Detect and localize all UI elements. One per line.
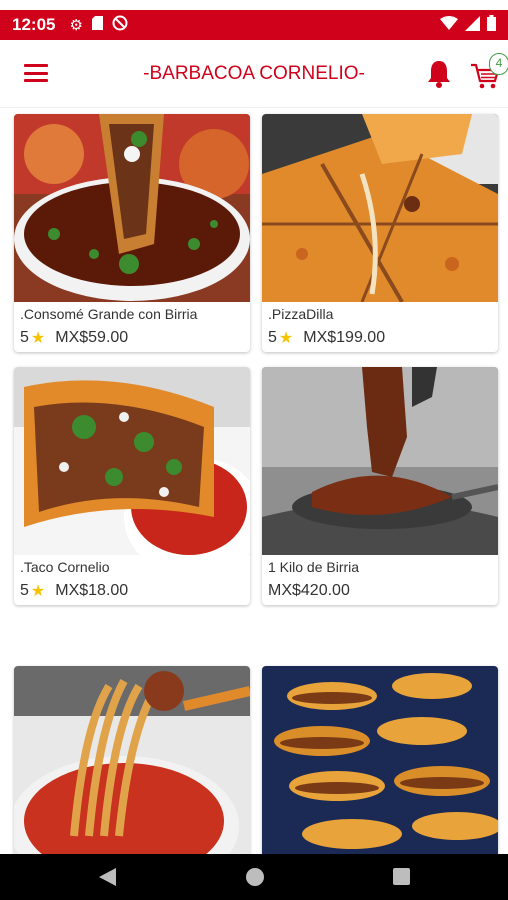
- product-price: MX$18.00: [55, 582, 129, 599]
- product-meta: 5 ★ MX$199.00: [262, 324, 498, 352]
- system-nav-bar: [0, 854, 508, 900]
- product-name: 1 Kilo de Birria: [268, 559, 360, 575]
- cart-count-badge: 4: [489, 53, 508, 75]
- product-name: .Taco Cornelio: [20, 559, 110, 575]
- product-image: [14, 367, 250, 555]
- product-grid: .Consomé Grande con Birria 5 ★ MX$59.00: [0, 108, 508, 854]
- product-name: .Consomé Grande con Birria: [20, 306, 198, 322]
- star-icon: ★: [30, 330, 46, 347]
- wifi-icon: [440, 16, 458, 34]
- star-icon: ★: [278, 330, 294, 347]
- battery-icon: [487, 15, 496, 35]
- do-not-disturb-icon: [112, 15, 128, 35]
- product-meta: 5 ★ MX$59.00: [14, 324, 250, 352]
- product-image: [14, 666, 250, 854]
- product-meta: MX$420.00: [262, 577, 498, 605]
- back-icon[interactable]: [99, 868, 116, 891]
- product-rating: 5: [268, 329, 277, 346]
- sd-card-icon: [91, 16, 103, 34]
- status-time: 12:05: [12, 15, 56, 34]
- home-icon[interactable]: [246, 868, 264, 886]
- product-rating: 5: [20, 329, 29, 346]
- product-image: [262, 666, 498, 854]
- recents-icon[interactable]: [393, 868, 410, 885]
- product-card[interactable]: .PizzaDilla 5 ★ MX$199.00: [262, 114, 498, 352]
- product-rating: 5: [20, 582, 29, 599]
- product-price: MX$420.00: [268, 582, 350, 599]
- signal-icon: [465, 15, 480, 35]
- gear-icon: ⚙: [69, 17, 83, 34]
- bell-icon[interactable]: [425, 59, 453, 89]
- star-icon: ★: [30, 583, 46, 600]
- app-bar: -BARBACOA CORNELIO- 4: [0, 40, 508, 108]
- product-price: MX$199.00: [303, 329, 386, 346]
- top-strip: [0, 0, 508, 10]
- product-image: [262, 114, 498, 302]
- product-card[interactable]: [262, 666, 498, 854]
- product-card[interactable]: [14, 666, 250, 854]
- product-image: [14, 114, 250, 302]
- product-card[interactable]: .Consomé Grande con Birria 5 ★ MX$59.00: [14, 114, 250, 352]
- product-meta: 5 ★ MX$18.00: [14, 577, 250, 605]
- product-price: MX$59.00: [55, 329, 129, 346]
- product-image: [262, 367, 498, 555]
- product-card[interactable]: .Taco Cornelio 5 ★ MX$18.00: [14, 367, 250, 605]
- product-card[interactable]: 1 Kilo de Birria MX$420.00: [262, 367, 498, 605]
- status-bar: 12:05 ⚙: [0, 10, 508, 40]
- product-name: .PizzaDilla: [268, 306, 334, 322]
